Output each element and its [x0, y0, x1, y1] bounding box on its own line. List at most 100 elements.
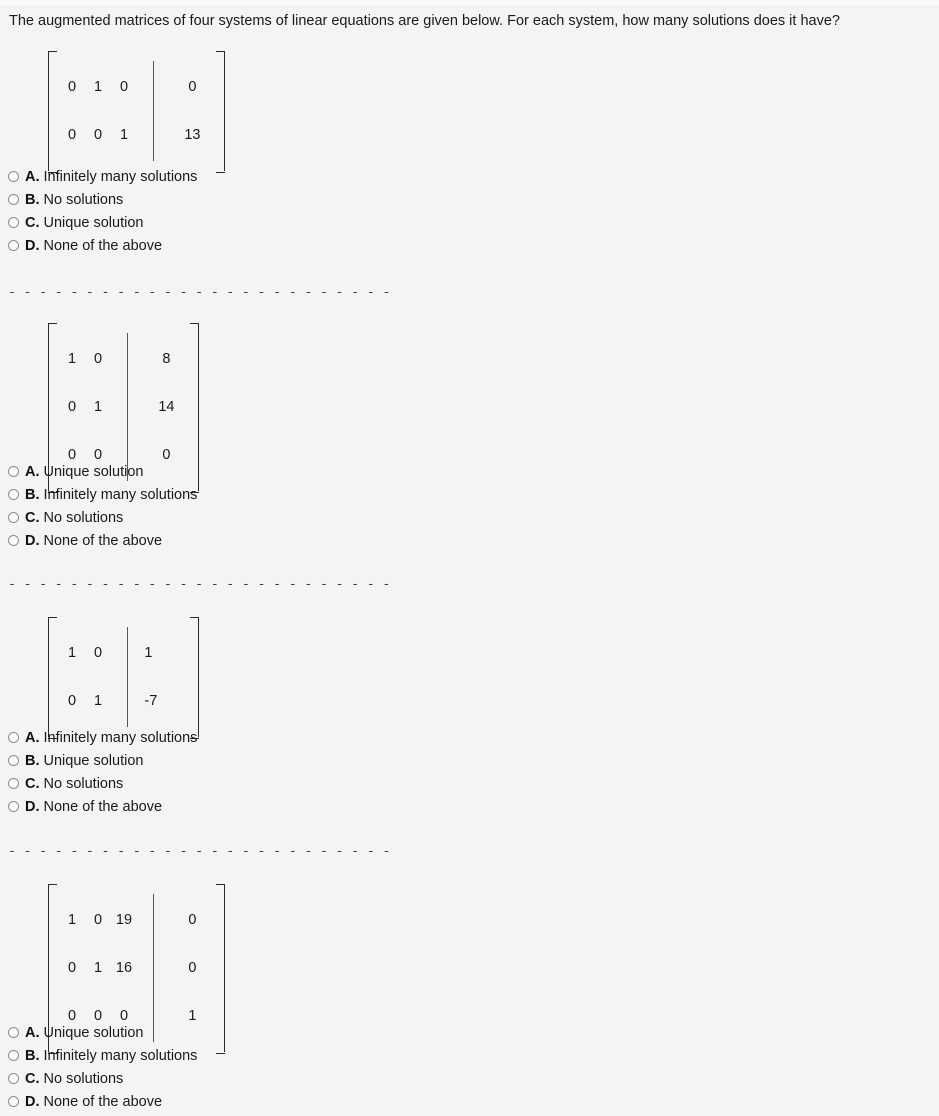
augmented-cell: 14 — [158, 398, 175, 415]
matrix-row: 010 — [59, 63, 137, 111]
matrix-cell: 0 — [67, 692, 77, 709]
coefficient-columns: 1001 — [59, 617, 111, 737]
radio-button-icon[interactable] — [8, 512, 19, 523]
option-d[interactable]: D. None of the above — [0, 1090, 197, 1113]
option-label: Unique solution — [43, 1024, 144, 1041]
option-label: None of the above — [43, 237, 163, 254]
matrix-cell: 1 — [67, 350, 77, 367]
matrix-cell: 0 — [93, 126, 103, 143]
option-a[interactable]: A. Infinitely many solutions — [0, 726, 197, 749]
option-label: None of the above — [43, 798, 163, 815]
option-b[interactable]: B. Infinitely many solutions — [0, 1044, 197, 1067]
option-c[interactable]: C. Unique solution — [0, 211, 197, 234]
option-letter: A. — [25, 168, 40, 185]
augmented-divider — [153, 61, 155, 161]
right-bracket — [214, 51, 226, 173]
matrix-cell: 1 — [119, 126, 129, 143]
radio-button-icon[interactable] — [8, 240, 19, 251]
augmented-cell: 13 — [184, 126, 201, 143]
matrix-row: 0 — [170, 944, 214, 992]
option-a[interactable]: A. Infinitely many solutions — [0, 165, 197, 188]
option-label: No solutions — [43, 775, 124, 792]
radio-button-icon[interactable] — [8, 466, 19, 477]
radio-button-icon[interactable] — [8, 489, 19, 500]
section-separator-3: - - - - - - - - - - - - - - - - - - - - … — [8, 844, 391, 859]
option-c[interactable]: C. No solutions — [0, 1067, 197, 1090]
option-label: No solutions — [43, 509, 124, 526]
option-letter: C. — [25, 775, 40, 792]
matrix-cell: 0 — [93, 911, 103, 928]
matrix-row: 14 — [144, 383, 188, 431]
augmented-column: 0 13 — [170, 51, 214, 171]
option-letter: D. — [25, 237, 40, 254]
matrix-row: -7 — [144, 677, 188, 725]
augmented-cell: 1 — [144, 644, 153, 661]
options-system-1: A. Infinitely many solutions B. No solution… — [0, 165, 197, 257]
option-d[interactable]: D. None of the above — [0, 234, 197, 257]
option-c[interactable]: C. No solutions — [0, 772, 197, 795]
radio-button-icon[interactable] — [8, 1073, 19, 1084]
option-letter: A. — [25, 463, 40, 480]
options-system-3: A. Infinitely many solutions B. Unique solu… — [0, 726, 197, 818]
radio-button-icon[interactable] — [8, 1096, 19, 1107]
matrix-cell: 0 — [93, 350, 103, 367]
radio-button-icon[interactable] — [8, 732, 19, 743]
option-a[interactable]: A. Unique solution — [0, 460, 197, 483]
option-label: None of the above — [43, 532, 163, 549]
option-b[interactable]: B. No solutions — [0, 188, 197, 211]
radio-button-icon[interactable] — [8, 1050, 19, 1061]
matrix-cell: 19 — [115, 911, 133, 928]
radio-button-icon[interactable] — [8, 778, 19, 789]
option-c[interactable]: C. No solutions — [0, 506, 197, 529]
option-label: Unique solution — [43, 214, 144, 231]
option-b[interactable]: B. Infinitely many solutions — [0, 483, 197, 506]
augmented-cell: 8 — [162, 350, 171, 367]
radio-button-icon[interactable] — [8, 755, 19, 766]
matrix-cell: 1 — [93, 959, 103, 976]
radio-button-icon[interactable] — [8, 1027, 19, 1038]
matrix-grid: 0 1 0 0 0 1 0 13 — [59, 51, 214, 171]
section-separator-1: - - - - - - - - - - - - - - - - - - - - … — [8, 285, 391, 300]
augmented-cell: 0 — [188, 911, 197, 928]
option-d[interactable]: D. None of the above — [0, 529, 197, 552]
augmented-cell: -7 — [144, 692, 158, 709]
matrix-row: 0 1 16 — [59, 944, 137, 992]
matrix-cell: 1 — [93, 398, 103, 415]
options-system-2: A. Unique solution B. Infinitely many solut… — [0, 460, 197, 552]
coefficient-columns: 010001 — [59, 51, 137, 171]
option-letter: A. — [25, 1024, 40, 1041]
radio-button-icon[interactable] — [8, 194, 19, 205]
option-d[interactable]: D. None of the above — [0, 795, 197, 818]
matrix-cell: 0 — [67, 398, 77, 415]
option-b[interactable]: B. Unique solution — [0, 749, 197, 772]
matrix-cell: 0 — [67, 78, 77, 95]
matrix-cell: 0 — [67, 126, 77, 143]
matrix-cell: 0 — [67, 959, 77, 976]
option-label: Unique solution — [43, 752, 144, 769]
option-letter: B. — [25, 486, 40, 503]
option-label: Infinitely many solutions — [43, 168, 198, 185]
option-letter: D. — [25, 532, 40, 549]
option-label: No solutions — [43, 191, 124, 208]
option-a[interactable]: A. Unique solution — [0, 1021, 197, 1044]
matrix-grid: 1 0 0 1 1 -7 — [59, 617, 188, 737]
radio-button-icon[interactable] — [8, 171, 19, 182]
left-bracket — [48, 51, 59, 173]
matrix-row: 8 — [144, 335, 188, 383]
right-bracket — [188, 617, 200, 739]
matrix-cell: 1 — [67, 911, 77, 928]
radio-button-icon[interactable] — [8, 535, 19, 546]
matrix-cell: 16 — [115, 959, 133, 976]
option-letter: C. — [25, 214, 40, 231]
radio-button-icon[interactable] — [8, 217, 19, 228]
matrix-row: 001 — [59, 111, 137, 159]
matrix-row: 1 0 19 — [59, 896, 137, 944]
augmented-matrix: 0 1 0 0 0 1 0 13 — [48, 51, 226, 173]
option-label: Infinitely many solutions — [43, 1047, 198, 1064]
augmented-divider — [153, 894, 155, 1042]
section-separator-2: - - - - - - - - - - - - - - - - - - - - … — [8, 577, 391, 592]
radio-button-icon[interactable] — [8, 801, 19, 812]
augmented-matrix: 1 0 0 1 1 -7 — [48, 617, 200, 739]
matrix-row: 13 — [170, 111, 214, 159]
matrix-row: 10 — [59, 629, 111, 677]
